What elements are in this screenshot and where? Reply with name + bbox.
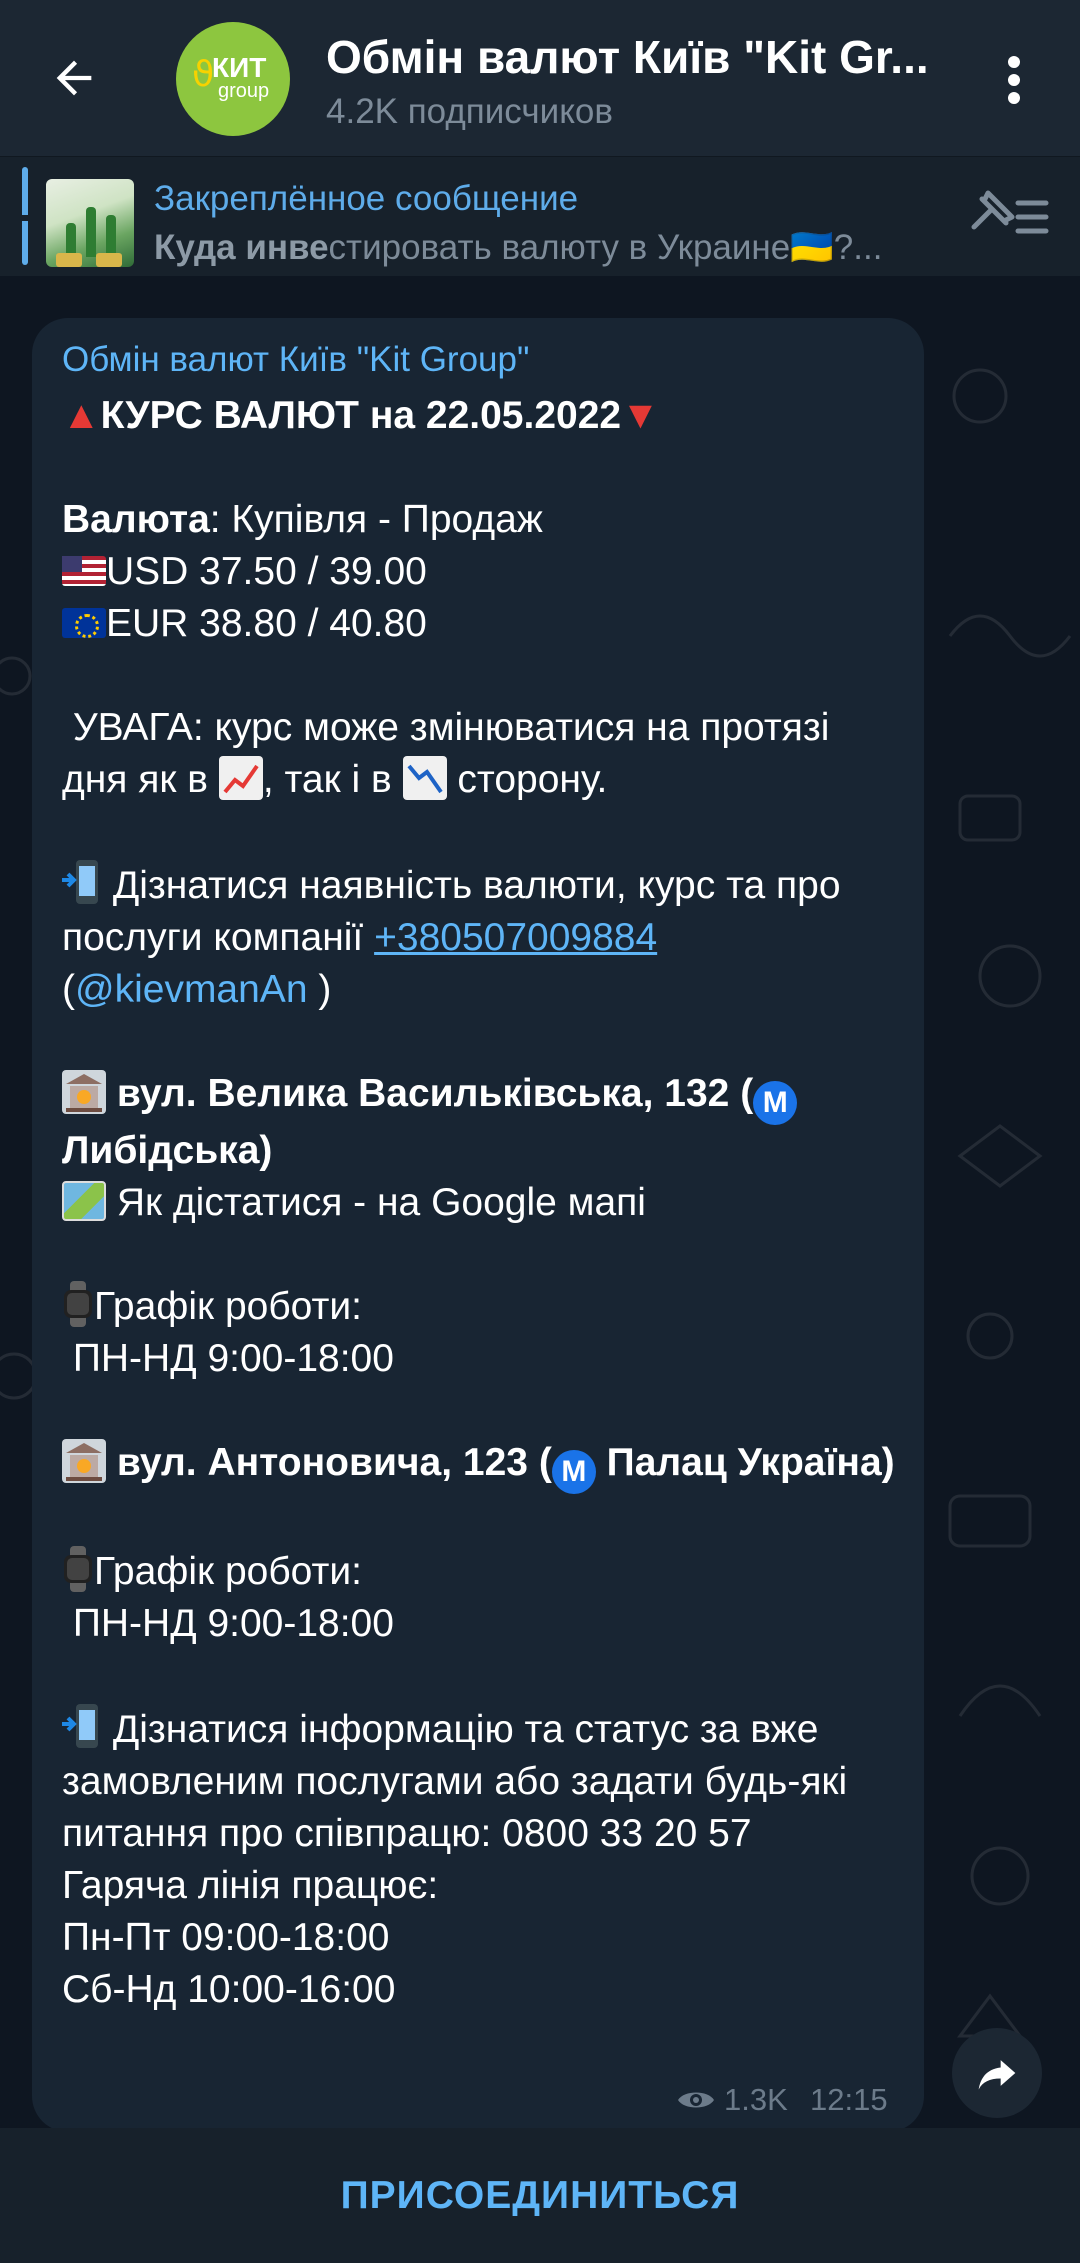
eye-icon — [678, 2092, 714, 2108]
pinned-preview-bold: Куда инве — [154, 228, 329, 267]
message-author[interactable]: Обмін валют Київ "Kit Group" — [62, 340, 529, 380]
pinned-list-button[interactable] — [966, 187, 1050, 247]
view-count-value: 1.3K — [724, 2082, 788, 2117]
schedule-label-2: Графік роботи: — [94, 1550, 362, 1593]
bank-icon — [62, 1439, 106, 1483]
contact-close-paren: ) — [307, 968, 332, 1011]
us-flag-icon — [62, 556, 106, 586]
usd-rate: USD 37.50 / 39.00 — [106, 550, 427, 593]
more-vertical-icon — [1008, 56, 1020, 104]
share-forward-icon — [978, 2060, 1016, 2090]
mobile-arrow-icon — [62, 858, 102, 906]
schedule-1: ПН-НД 9:00-18:00 — [62, 1337, 394, 1380]
channel-avatar[interactable]: ϑ КИТ group — [176, 22, 290, 136]
message-text: ▲КУРС ВАЛЮТ на 22.05.2022▼ Валюта: Купів… — [62, 390, 902, 2016]
eur-rate: EUR 38.80 / 40.80 — [106, 602, 427, 645]
warning-text-b: , так і в — [262, 758, 403, 801]
arrow-left-icon — [56, 60, 92, 96]
address-1-a: вул. Велика Васильківська, 132 ( — [106, 1072, 754, 1115]
warning-text-c: сторону. — [446, 758, 608, 801]
schedule-label-1: Графік роботи: — [94, 1285, 362, 1328]
currency-header-label: Валюта — [62, 498, 210, 541]
schedule-2: ПН-НД 9:00-18:00 — [62, 1602, 394, 1645]
channel-logo: ϑ КИТ group — [190, 50, 280, 110]
logo-swirl-icon: ϑ — [192, 54, 215, 95]
logo-subtext: group — [218, 80, 270, 102]
back-button[interactable] — [34, 38, 114, 118]
bank-icon — [62, 1070, 106, 1114]
mobile-arrow-icon — [62, 1702, 102, 1750]
watch-icon — [62, 1546, 94, 1592]
maps-link-text: Як дістатися - на Google мапі — [106, 1181, 646, 1224]
share-button[interactable] — [952, 2028, 1042, 2118]
watch-icon — [62, 1281, 94, 1327]
pinned-message-bar[interactable]: Закреплённое сообщение Куда инвестироват… — [0, 156, 1080, 276]
hotline-weekdays: Пн-Пт 09:00-18:00 — [62, 1916, 390, 1959]
red-triangle-up-icon: ▲ — [62, 394, 101, 437]
join-bar[interactable]: ПРИСОЕДИНИТЬСЯ — [0, 2128, 1080, 2263]
chat-header: ϑ КИТ group Обмін валют Київ "Kit Gr... … — [0, 0, 1080, 156]
pinned-thumbnail — [46, 179, 134, 267]
currency-header-rest: : Купівля - Продаж — [209, 498, 543, 541]
mention-link[interactable]: @kievmanAn — [75, 968, 308, 1011]
world-map-icon — [62, 1181, 106, 1221]
phone-link[interactable]: +380507009884 — [374, 916, 657, 959]
address-2-a: вул. Антоновича, 123 ( — [106, 1441, 552, 1484]
hotline-label: Гаряча лінія працює: — [62, 1864, 439, 1907]
pinned-preview: Куда инвестировать валюту в Украине🇺🇦?..… — [154, 227, 954, 268]
pinned-indicator — [22, 167, 28, 265]
message-time: 12:15 — [810, 2082, 888, 2117]
join-button[interactable]: ПРИСОЕДИНИТЬСЯ — [341, 2174, 740, 2218]
metro-icon: M — [551, 1450, 596, 1494]
hotline-weekend: Сб-Нд 10:00-16:00 — [62, 1968, 396, 2011]
headline-line: ▲КУРС ВАЛЮТ на 22.05.2022▼ — [62, 394, 660, 437]
view-count: 1.3K — [676, 2082, 788, 2118]
metro-icon: M — [753, 1081, 798, 1125]
pin-list-icon — [971, 190, 1049, 234]
pinned-preview-rest: стировать валюту в Украине🇺🇦?... — [328, 228, 883, 267]
headline-text: КУРС ВАЛЮТ на 22.05.2022 — [100, 394, 622, 437]
more-menu-button[interactable] — [990, 40, 1038, 120]
info-text: Дізнатися інформацію та статус за вже за… — [62, 1708, 859, 1855]
chart-decreasing-icon — [402, 756, 447, 800]
pinned-label: Закреплённое сообщение — [154, 179, 579, 218]
eu-flag-icon — [62, 608, 106, 638]
address-2-b: Палац Україна) — [595, 1441, 895, 1484]
channel-title[interactable]: Обмін валют Київ "Kit Gr... — [326, 30, 966, 84]
chart-increasing-icon — [218, 756, 263, 800]
subscriber-count: 4.2K подписчиков — [326, 92, 613, 131]
red-triangle-down-icon: ▼ — [621, 394, 660, 437]
contact-open-paren: ( — [62, 968, 75, 1011]
